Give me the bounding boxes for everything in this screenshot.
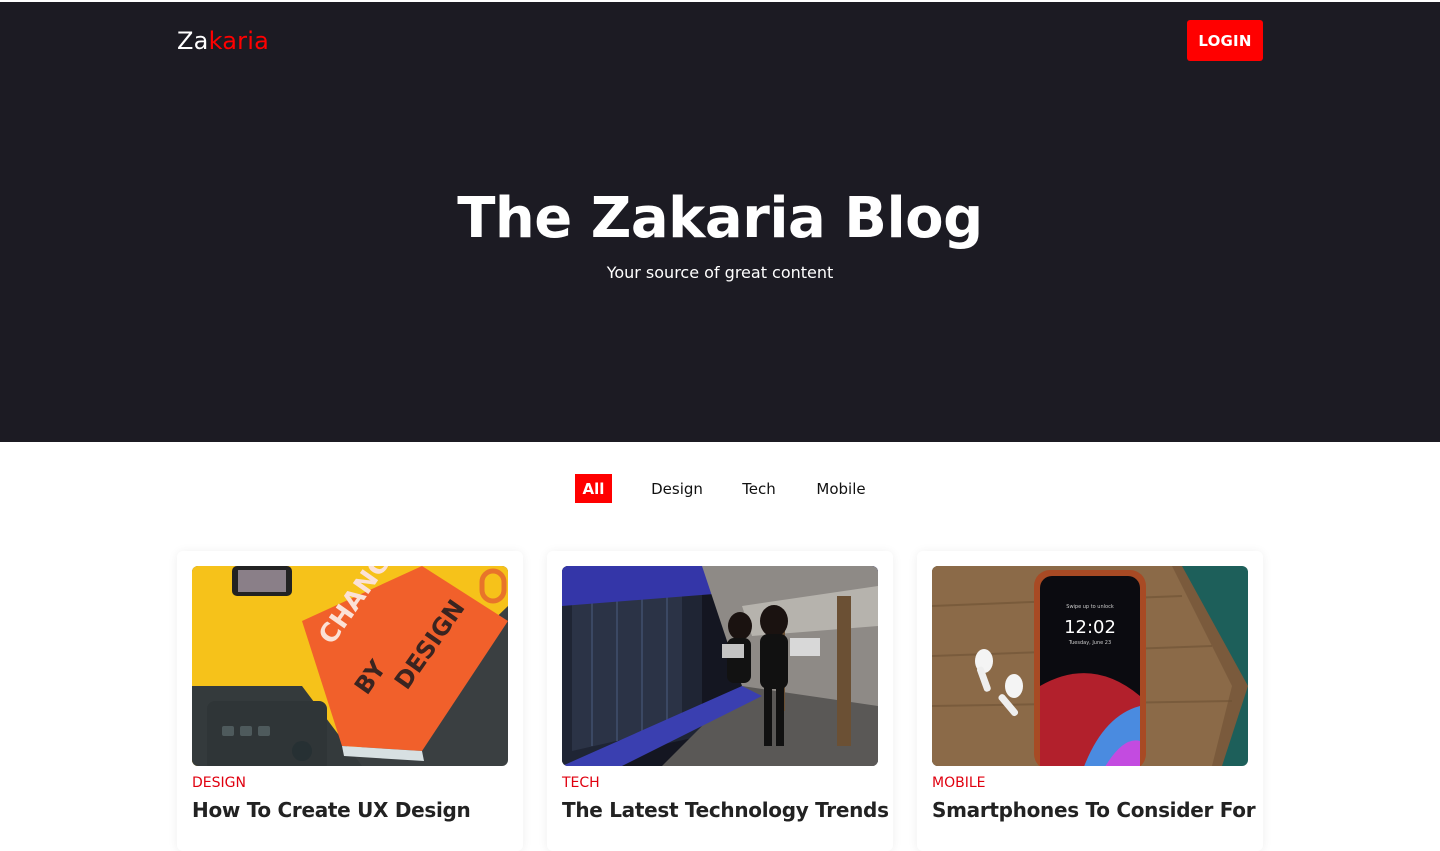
- logo-part-white: Za: [177, 27, 209, 55]
- filter-all[interactable]: All: [575, 474, 612, 503]
- login-button[interactable]: LOGIN: [1187, 20, 1263, 61]
- post-card-design[interactable]: CHANGE BY DESIGN DESIGN How To Create UX…: [177, 551, 523, 851]
- post-category[interactable]: DESIGN: [192, 774, 246, 792]
- filter-tech[interactable]: Tech: [735, 474, 783, 503]
- svg-text:Swipe up to unlock: Swipe up to unlock: [1066, 604, 1114, 610]
- hero-title: The Zakaria Blog: [457, 186, 983, 251]
- post-title[interactable]: How To Create UX Design: [192, 796, 522, 824]
- post-image-server-room[interactable]: [562, 566, 878, 766]
- site-logo[interactable]: Zakaria: [177, 26, 269, 56]
- svg-text:Tuesday, June 23: Tuesday, June 23: [1068, 640, 1111, 646]
- post-category[interactable]: MOBILE: [932, 774, 985, 792]
- hero-subtitle: Your source of great content: [606, 263, 834, 282]
- post-card-mobile[interactable]: 12:02 Tuesday, June 23 Swipe up to unloc…: [917, 551, 1263, 851]
- svg-text:12:02: 12:02: [1064, 617, 1116, 638]
- post-category[interactable]: TECH: [562, 774, 600, 792]
- category-filters: All Design Tech Mobile: [0, 474, 1440, 503]
- hero-section: Zakaria LOGIN The Zakaria Blog Your sour…: [0, 2, 1440, 442]
- post-title[interactable]: Smartphones To Consider For: [932, 796, 1262, 824]
- post-card-tech[interactable]: TECH The Latest Technology Trends: [547, 551, 893, 851]
- post-image-design-book[interactable]: CHANGE BY DESIGN: [192, 566, 508, 766]
- filter-mobile[interactable]: Mobile: [810, 474, 872, 503]
- post-title[interactable]: The Latest Technology Trends: [562, 796, 892, 824]
- post-image-iphone-airpods[interactable]: 12:02 Tuesday, June 23 Swipe up to unloc…: [932, 566, 1248, 766]
- filter-design[interactable]: Design: [645, 474, 709, 503]
- logo-part-red: karia: [208, 27, 269, 55]
